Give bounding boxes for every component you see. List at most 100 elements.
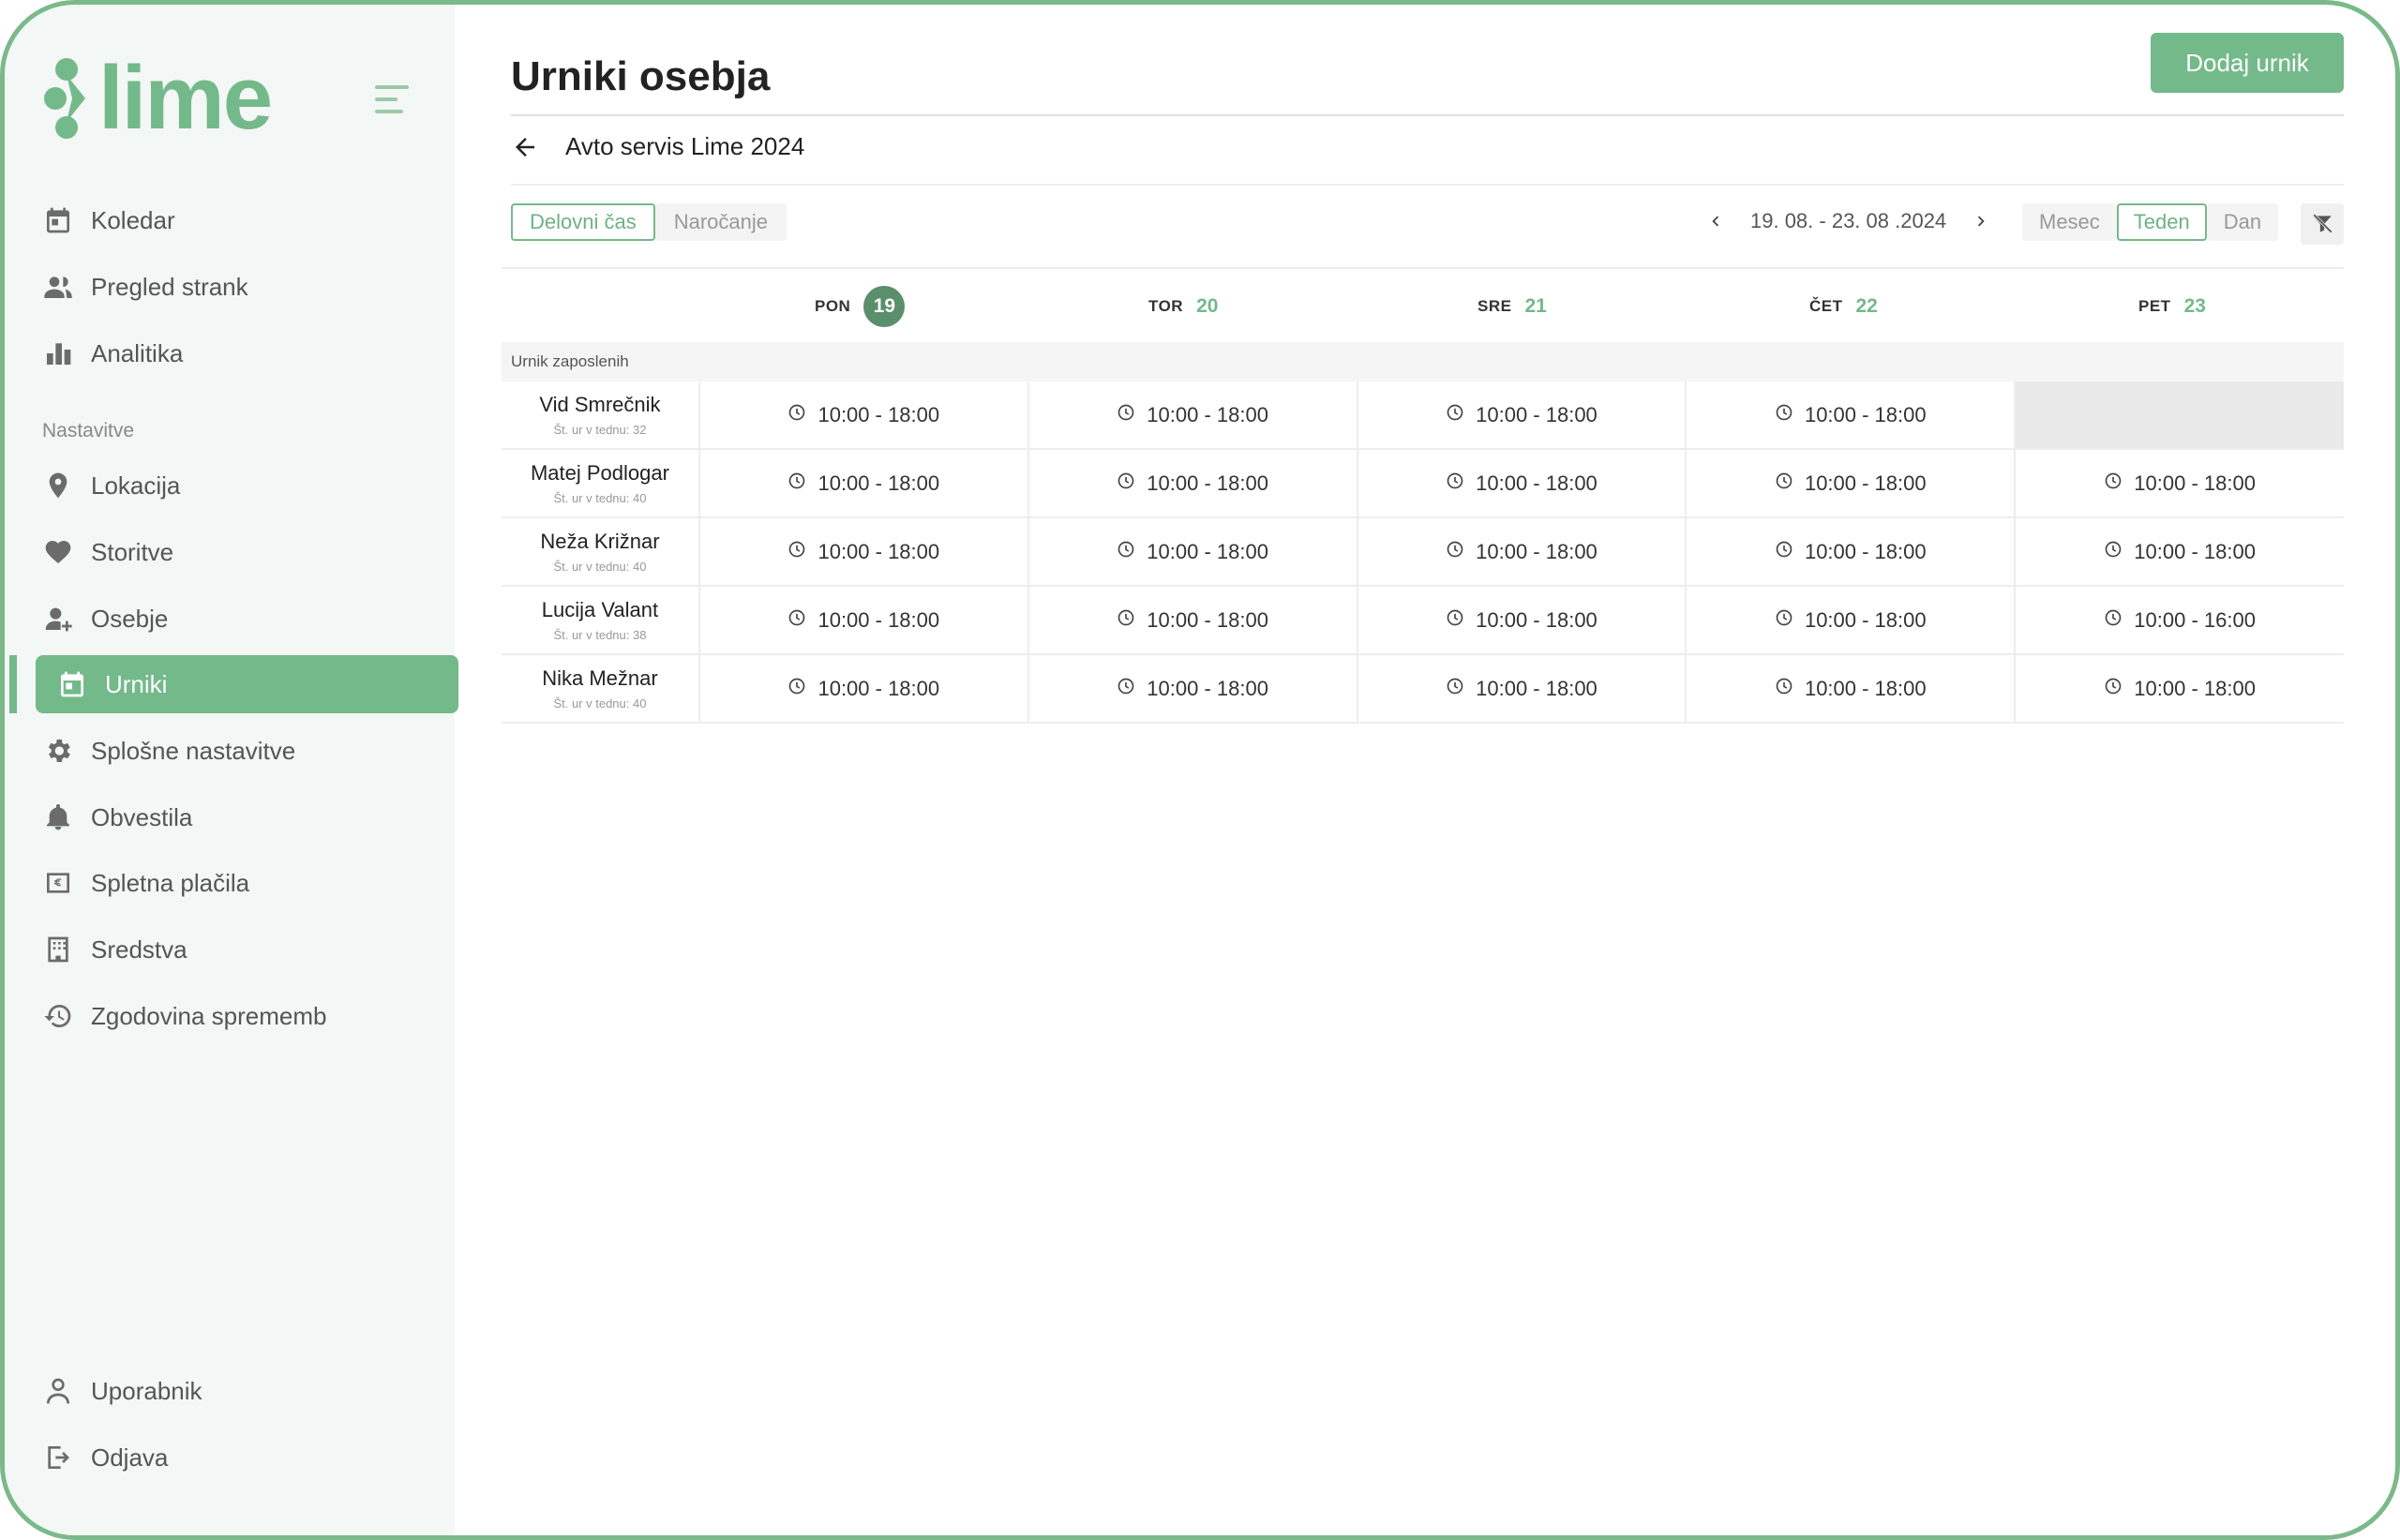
- shift-cell[interactable]: 10:00 - 18:00: [2016, 655, 2344, 722]
- clock-icon: [1446, 403, 1464, 427]
- sidebar-item-label: Spletna plačila: [91, 868, 250, 897]
- chevron-left-icon[interactable]: [1705, 211, 1726, 232]
- employee-name: Neža Križnar: [540, 530, 660, 553]
- view-option-dan[interactable]: Dan: [2206, 203, 2279, 241]
- bell-icon: [42, 801, 74, 833]
- shift-cell[interactable]: 10:00 - 18:00: [1687, 518, 2017, 585]
- shift-cell[interactable]: 10:00 - 18:00: [2016, 518, 2344, 585]
- clock-icon: [1775, 677, 1793, 701]
- shift-cell[interactable]: 10:00 - 18:00: [1687, 381, 2017, 448]
- shift-cell[interactable]: 10:00 - 18:00: [700, 655, 1029, 722]
- date-range: 19. 08. - 23. 08 .2024: [1750, 209, 1947, 232]
- sidebar-item-odjava[interactable]: Odjava: [37, 1428, 458, 1487]
- calendar-icon: [56, 668, 88, 700]
- shift-cell[interactable]: 10:00 - 16:00: [2016, 587, 2344, 653]
- shift-cell[interactable]: 10:00 - 18:00: [1687, 587, 2017, 653]
- employee-name: Nika Mežnar: [542, 666, 658, 690]
- sidebar-item-label: Odjava: [91, 1443, 169, 1472]
- sidebar-item-analitika[interactable]: Analitika: [37, 324, 458, 382]
- employee-cell[interactable]: Nika Mežnar Št. ur v tednu: 40: [502, 655, 700, 722]
- bar-chart-icon: [42, 337, 74, 369]
- logo[interactable]: lime: [44, 48, 273, 148]
- clock-icon: [1117, 403, 1135, 427]
- history-icon: [42, 1000, 74, 1032]
- clock-icon: [788, 471, 806, 496]
- shift-cell-empty[interactable]: [2016, 381, 2345, 448]
- weekly-hours: Št. ur v tednu: 40: [553, 491, 647, 505]
- table-row: Neža Križnar Št. ur v tednu: 40 10:00 - 18…: [502, 518, 2344, 587]
- shift-cell[interactable]: 10:00 - 18:00: [700, 450, 1029, 516]
- employee-cell[interactable]: Matej Podlogar Št. ur v tednu: 40: [502, 450, 700, 516]
- shift-cell[interactable]: 10:00 - 18:00: [700, 587, 1029, 653]
- day-header-sre: SRE 21: [1478, 295, 1547, 317]
- shift-cell[interactable]: 10:00 - 18:00: [1358, 587, 1688, 653]
- shift-cell[interactable]: 10:00 - 18:00: [1029, 587, 1358, 653]
- settings-section-label: Nastavitve: [42, 420, 135, 441]
- sidebar-item-label: Sredstva: [91, 934, 188, 964]
- add-schedule-button[interactable]: Dodaj urnik: [2151, 33, 2344, 93]
- building-icon: [42, 934, 74, 965]
- menu-toggle-icon[interactable]: [375, 85, 409, 117]
- shift-cell[interactable]: 10:00 - 18:00: [1029, 655, 1358, 722]
- mode-option-delovni-cas[interactable]: Delovni čas: [511, 203, 655, 241]
- employee-cell[interactable]: Vid Smrečnik Št. ur v tednu: 32: [502, 381, 700, 448]
- sidebar-item-storitve[interactable]: Storitve: [37, 523, 458, 581]
- view-option-teden[interactable]: Teden: [2116, 203, 2207, 241]
- clock-icon: [2104, 471, 2122, 496]
- sidebar-item-zgodovina-sprememb[interactable]: Zgodovina sprememb: [37, 987, 458, 1045]
- clock-icon: [2104, 540, 2122, 564]
- sidebar-item-koledar[interactable]: Koledar: [37, 191, 458, 249]
- shift-cell[interactable]: 10:00 - 18:00: [1358, 450, 1688, 516]
- filter-off-button[interactable]: [2301, 203, 2344, 245]
- day-header-pet: PET 23: [2138, 295, 2206, 317]
- sidebar-item-uporabnik[interactable]: Uporabnik: [37, 1362, 458, 1420]
- employee-name: Matej Podlogar: [530, 461, 669, 485]
- shift-time: 10:00 - 18:00: [1804, 676, 1927, 700]
- sidebar-item-osebje[interactable]: Osebje: [37, 590, 458, 648]
- weekly-hours: Št. ur v tednu: 40: [553, 696, 647, 710]
- shift-cell[interactable]: 10:00 - 18:00: [700, 381, 1029, 448]
- employee-name: Lucija Valant: [541, 598, 659, 621]
- table-row: Vid Smrečnik Št. ur v tednu: 32 10:00 - 18…: [502, 381, 2345, 450]
- location-pin-icon: [42, 470, 74, 501]
- sidebar-item-label: Obvestila: [91, 802, 193, 831]
- shift-time: 10:00 - 18:00: [1476, 471, 1598, 495]
- sidebar-item-sredstva[interactable]: Sredstva: [37, 920, 458, 979]
- shift-time: 10:00 - 18:00: [1804, 539, 1927, 563]
- sidebar-item-urniki[interactable]: Urniki: [36, 655, 458, 713]
- shift-cell[interactable]: 10:00 - 18:00: [1029, 450, 1358, 516]
- schedule-table: PON 19 TOR 20 SRE 21 ČET 22 PET 23 Urnik…: [502, 267, 2345, 724]
- shift-cell[interactable]: 10:00 - 18:00: [1358, 655, 1688, 722]
- chevron-right-icon[interactable]: [1971, 211, 1991, 232]
- shift-time: 10:00 - 18:00: [2134, 676, 2256, 700]
- mode-option-narocanje[interactable]: Naročanje: [654, 203, 787, 241]
- sidebar-item-lokacija[interactable]: Lokacija: [37, 456, 458, 515]
- shift-cell[interactable]: 10:00 - 18:00: [1687, 655, 2017, 722]
- logo-text: lime: [98, 48, 273, 148]
- sidebar-item-spletna-placila[interactable]: Spletna plačila: [37, 854, 458, 912]
- shift-time: 10:00 - 18:00: [1804, 471, 1927, 495]
- sidebar-item-pregled-strank[interactable]: Pregled strank: [37, 258, 458, 316]
- shift-cell[interactable]: 10:00 - 18:00: [1358, 381, 1688, 448]
- shift-cell[interactable]: 10:00 - 18:00: [1358, 518, 1688, 585]
- employee-cell[interactable]: Neža Križnar Št. ur v tednu: 40: [502, 518, 700, 585]
- shift-cell[interactable]: 10:00 - 18:00: [700, 518, 1029, 585]
- shift-cell[interactable]: 10:00 - 18:00: [1029, 381, 1358, 448]
- employee-cell[interactable]: Lucija Valant Št. ur v tednu: 38: [502, 587, 700, 653]
- arrow-left-icon[interactable]: [511, 133, 539, 161]
- sidebar-item-splosne-nastavitve[interactable]: Splošne nastavitve: [37, 722, 458, 780]
- location-header: Avto servis Lime 2024: [511, 132, 804, 161]
- view-option-mesec[interactable]: Mesec: [2022, 203, 2117, 241]
- sidebar-item-label: Analitika: [91, 338, 184, 367]
- shift-cell[interactable]: 10:00 - 18:00: [2016, 450, 2344, 516]
- clock-icon: [2104, 677, 2122, 701]
- shift-cell[interactable]: 10:00 - 18:00: [1029, 518, 1358, 585]
- gear-icon: [42, 735, 74, 767]
- day-header-pon: PON 19: [815, 286, 906, 327]
- shift-cell[interactable]: 10:00 - 18:00: [1687, 450, 2017, 516]
- sidebar-item-label: Lokacija: [91, 471, 181, 500]
- day-header-cet: ČET 22: [1809, 295, 1878, 317]
- location-name: Avto servis Lime 2024: [565, 132, 805, 160]
- shift-time: 10:00 - 18:00: [1476, 402, 1598, 426]
- sidebar-item-obvestila[interactable]: Obvestila: [37, 788, 458, 846]
